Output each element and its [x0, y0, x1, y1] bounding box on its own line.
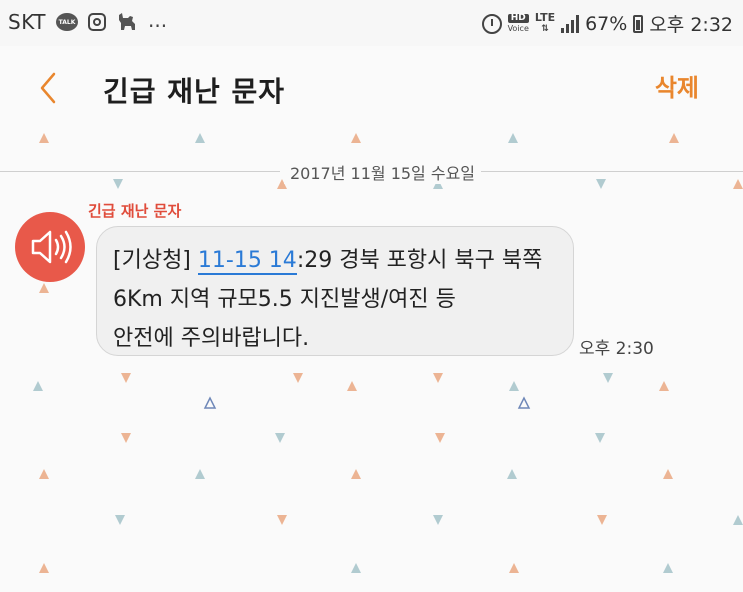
- instagram-icon: [87, 13, 106, 31]
- pattern-triangle: [509, 563, 519, 573]
- battery-icon: [633, 14, 644, 33]
- pattern-triangle: [351, 469, 361, 479]
- date-time-link[interactable]: 11-15 14: [197, 248, 297, 275]
- chevron-left-icon: [40, 72, 56, 104]
- pattern-triangle: [733, 515, 743, 525]
- pattern-triangle: [517, 396, 531, 409]
- speaker-icon: [31, 230, 72, 264]
- app-header: 긴급 재난 문자 삭제: [0, 46, 743, 128]
- message-bubble[interactable]: [기상청] 11-15 14:29 경북 포항시 북구 북쪽 6Km 지역 규모…: [96, 226, 574, 356]
- pattern-triangle: [659, 381, 669, 391]
- pattern-triangle: [351, 133, 361, 143]
- pattern-triangle: [39, 563, 49, 573]
- pattern-triangle: [121, 373, 131, 383]
- pattern-triangle: [433, 373, 443, 383]
- divider-line-left: [0, 171, 280, 172]
- pattern-triangle: [669, 133, 679, 143]
- pattern-triangle: [508, 133, 518, 143]
- message-line-2: 6Km 지역 규모5.5 지진발생/여진 등: [113, 287, 456, 312]
- more-notifications-indicator: ...: [147, 8, 168, 32]
- pattern-triangle: [195, 133, 205, 143]
- alarm-icon: [481, 13, 502, 34]
- network-type: LTE ⇅: [534, 11, 556, 34]
- pattern-triangle: [115, 515, 125, 525]
- pattern-triangle: [597, 515, 607, 525]
- status-bar: SKT TALK ... HD Voice LTE ⇅ 67% 오후 2:32: [0, 0, 743, 46]
- message-line-1: [기상청] 11-15 14:29 경북 포항시 북구 북쪽: [113, 241, 559, 280]
- kakaotalk-icon: TALK: [55, 13, 78, 31]
- pattern-triangle: [595, 433, 605, 443]
- voice-label: Voice: [507, 23, 529, 33]
- pattern-triangle: [351, 563, 361, 573]
- sender-name: 긴급 재난 문자: [88, 202, 182, 220]
- divider-line-right: [464, 171, 743, 172]
- pattern-triangle: [507, 469, 517, 479]
- message-prefix: [기상청]: [113, 248, 198, 273]
- delete-button[interactable]: 삭제: [655, 68, 699, 103]
- date-label: 2017년 11월 15일 수요일: [284, 160, 482, 184]
- back-button[interactable]: [30, 68, 70, 108]
- carrier-label: SKT: [8, 10, 46, 34]
- pattern-triangle: [509, 381, 519, 391]
- status-time: 오후 2:32: [649, 14, 733, 36]
- pattern-triangle: [39, 133, 49, 143]
- network-label: LTE: [534, 11, 556, 24]
- pattern-triangle: [663, 563, 673, 573]
- pattern-triangle: [275, 433, 285, 443]
- pattern-triangle: [39, 469, 49, 479]
- pattern-triangle: [603, 373, 613, 383]
- pattern-triangle: [277, 515, 287, 525]
- message-line-1-rest: :29 경북 포항시 북구 북쪽: [296, 248, 543, 273]
- pattern-triangle: [195, 469, 205, 479]
- hd-voice-icon: HD Voice: [507, 13, 529, 34]
- message-line-3: 안전에 주의바랍니다.: [113, 326, 310, 351]
- sender-avatar[interactable]: [15, 212, 85, 282]
- pattern-triangle: [347, 381, 357, 391]
- pattern-triangle: [39, 283, 49, 293]
- date-divider: 2017년 11월 15일 수요일: [0, 158, 743, 186]
- kakaotalk-badge-text: TALK: [58, 18, 76, 26]
- dog-icon: [118, 13, 135, 30]
- background-pattern: [33, 133, 743, 573]
- signal-strength-icon: [561, 14, 580, 33]
- battery-percentage: 67%: [585, 12, 628, 35]
- pattern-triangle: [435, 433, 445, 443]
- pattern-triangle: [121, 433, 131, 443]
- pattern-triangle: [663, 469, 673, 479]
- hd-label: HD: [507, 13, 529, 23]
- pattern-triangle: [203, 396, 217, 409]
- message-timestamp: 오후 2:30: [579, 339, 654, 359]
- pattern-triangle: [433, 515, 443, 525]
- pattern-triangle: [293, 373, 303, 383]
- pattern-triangle: [33, 381, 43, 391]
- page-title: 긴급 재난 문자: [103, 75, 286, 108]
